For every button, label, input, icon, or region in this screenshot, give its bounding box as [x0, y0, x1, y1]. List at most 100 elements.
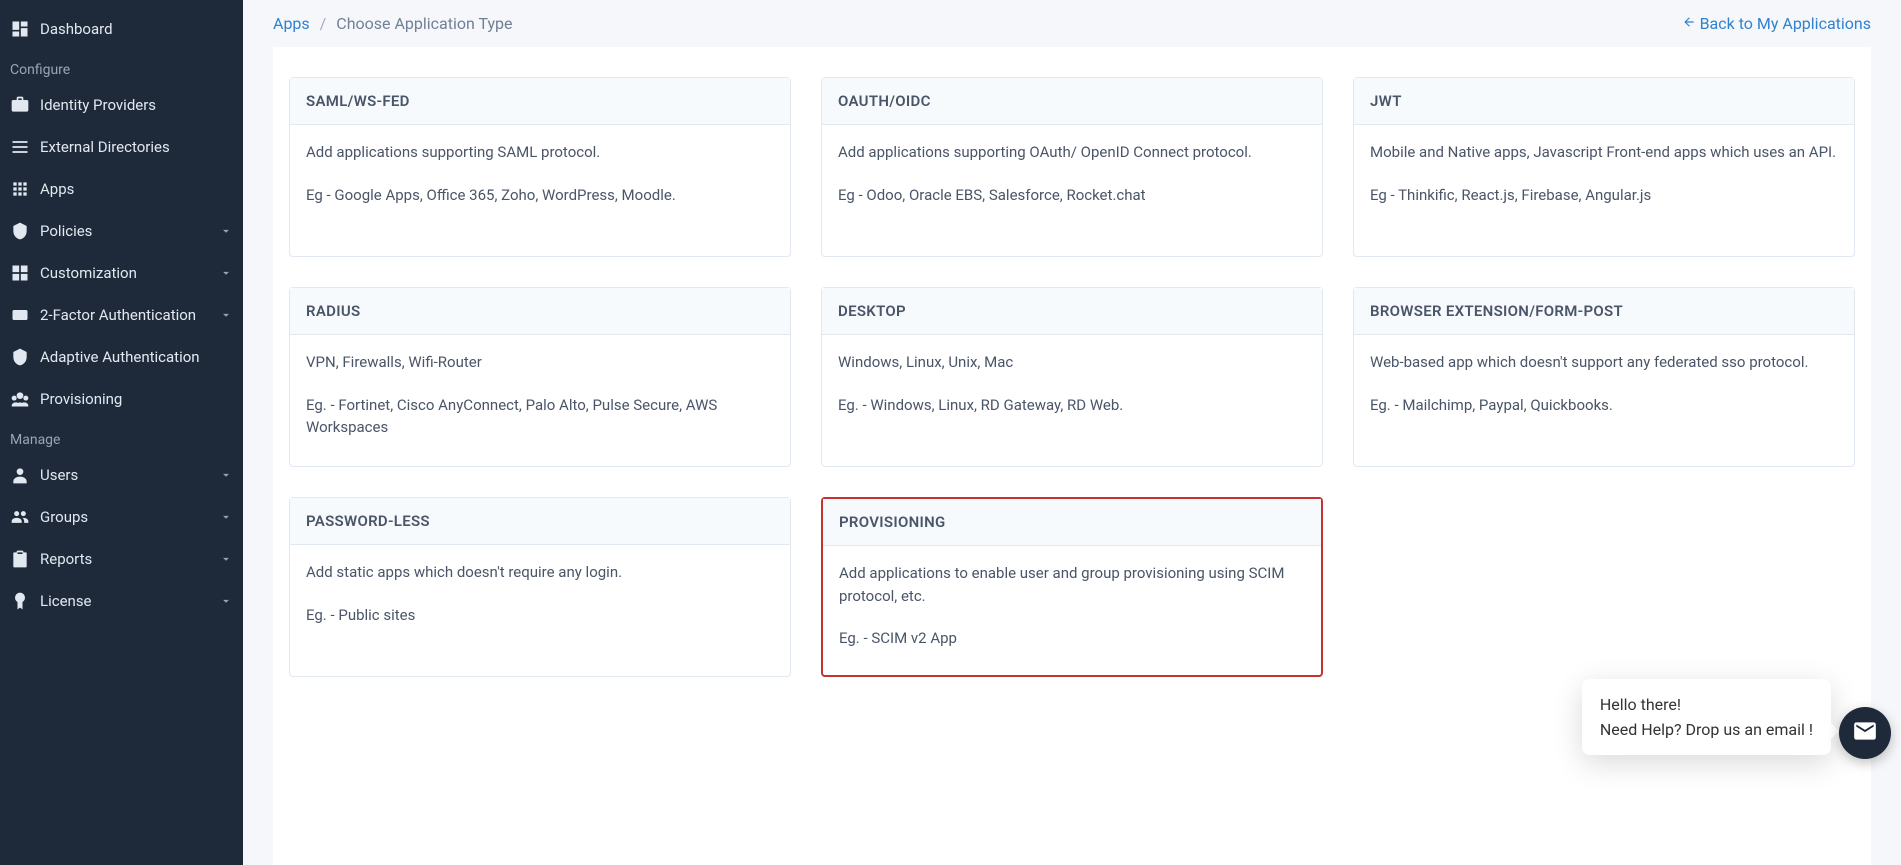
card-example: Eg - Google Apps, Office 365, Zoho, Word…	[306, 184, 774, 207]
sidebar-item-identity-providers[interactable]: Identity Providers	[0, 84, 243, 126]
sidebar-label: Users	[40, 466, 219, 484]
sidebar-item-reports[interactable]: Reports	[0, 538, 243, 580]
card-example: Eg - Thinkific, React.js, Firebase, Angu…	[1370, 184, 1838, 207]
card-desc: Windows, Linux, Unix, Mac	[838, 351, 1306, 374]
card-jwt[interactable]: JWT Mobile and Native apps, Javascript F…	[1353, 77, 1855, 257]
sidebar-label: Reports	[40, 550, 219, 568]
card-desc: Web-based app which doesn't support any …	[1370, 351, 1838, 374]
customize-icon	[10, 263, 30, 283]
chat-fab-button[interactable]	[1839, 707, 1891, 759]
sidebar-label: Apps	[40, 180, 233, 198]
sidebar-label: Provisioning	[40, 390, 233, 408]
card-desc: Add applications supporting SAML protoco…	[306, 141, 774, 164]
chevron-down-icon	[219, 224, 233, 238]
card-body: Web-based app which doesn't support any …	[1354, 335, 1854, 466]
badge-icon	[10, 591, 30, 611]
card-title: SAML/WS-FED	[290, 78, 790, 125]
sidebar-item-customization[interactable]: Customization	[0, 252, 243, 294]
card-title: OAUTH/OIDC	[822, 78, 1322, 125]
sidebar-label: License	[40, 592, 219, 610]
sidebar-label: External Directories	[40, 138, 233, 156]
chevron-down-icon	[219, 468, 233, 482]
card-oauth-oidc[interactable]: OAUTH/OIDC Add applications supporting O…	[821, 77, 1323, 257]
sidebar-label: Dashboard	[40, 20, 233, 38]
back-link-label: Back to My Applications	[1700, 14, 1871, 33]
sidebar-item-apps[interactable]: Apps	[0, 168, 243, 210]
card-provisioning[interactable]: PROVISIONING Add applications to enable …	[821, 497, 1323, 677]
card-title: PASSWORD-LESS	[290, 498, 790, 545]
card-body: Add applications supporting SAML protoco…	[290, 125, 790, 256]
sidebar-item-provisioning[interactable]: Provisioning	[0, 378, 243, 420]
sidebar-section-configure: Configure	[0, 50, 243, 84]
chat-prompt: Need Help? Drop us an email !	[1600, 720, 1813, 739]
card-body: Windows, Linux, Unix, Mac Eg. - Windows,…	[822, 335, 1322, 466]
sidebar-item-two-factor[interactable]: 2-Factor Authentication	[0, 294, 243, 336]
app-type-grid: SAML/WS-FED Add applications supporting …	[289, 77, 1855, 677]
card-desc: Mobile and Native apps, Javascript Front…	[1370, 141, 1838, 164]
back-to-applications-link[interactable]: Back to My Applications	[1682, 14, 1871, 33]
card-body: Add applications supporting OAuth/ OpenI…	[822, 125, 1322, 256]
card-title: RADIUS	[290, 288, 790, 335]
card-example: Eg. - SCIM v2 App	[839, 627, 1305, 650]
topbar: Apps / Choose Application Type Back to M…	[243, 0, 1901, 47]
card-saml-ws-fed[interactable]: SAML/WS-FED Add applications supporting …	[289, 77, 791, 257]
chevron-down-icon	[219, 552, 233, 566]
card-example: Eg. - Mailchimp, Paypal, Quickbooks.	[1370, 394, 1838, 417]
sidebar-label: Customization	[40, 264, 219, 282]
breadcrumb-apps-link[interactable]: Apps	[273, 14, 310, 33]
two-factor-icon	[10, 305, 30, 325]
sidebar-section-manage: Manage	[0, 420, 243, 454]
shield-check-icon	[10, 347, 30, 367]
card-desc: Add static apps which doesn't require an…	[306, 561, 774, 584]
card-body: Add applications to enable user and grou…	[823, 546, 1321, 675]
apps-icon	[10, 179, 30, 199]
user-icon	[10, 465, 30, 485]
card-desc: Add applications supporting OAuth/ OpenI…	[838, 141, 1306, 164]
sidebar: Dashboard Configure Identity Providers E…	[0, 0, 243, 865]
sidebar-label: Policies	[40, 222, 219, 240]
chat-greeting: Hello there!	[1600, 695, 1813, 714]
dashboard-icon	[10, 19, 30, 39]
sidebar-item-license[interactable]: License	[0, 580, 243, 622]
mail-icon	[1852, 718, 1878, 748]
chevron-down-icon	[219, 594, 233, 608]
sidebar-item-users[interactable]: Users	[0, 454, 243, 496]
clipboard-icon	[10, 549, 30, 569]
groups-icon	[10, 507, 30, 527]
card-desc: VPN, Firewalls, Wifi-Router	[306, 351, 774, 374]
card-radius[interactable]: RADIUS VPN, Firewalls, Wifi-Router Eg. -…	[289, 287, 791, 467]
briefcase-icon	[10, 95, 30, 115]
breadcrumb-separator: /	[320, 14, 327, 33]
sidebar-item-adaptive-auth[interactable]: Adaptive Authentication	[0, 336, 243, 378]
chevron-down-icon	[219, 266, 233, 280]
chevron-down-icon	[219, 308, 233, 322]
card-example: Eg. - Fortinet, Cisco AnyConnect, Palo A…	[306, 394, 774, 439]
card-desktop[interactable]: DESKTOP Windows, Linux, Unix, Mac Eg. - …	[821, 287, 1323, 467]
sidebar-label: Identity Providers	[40, 96, 233, 114]
card-browser-extension[interactable]: BROWSER EXTENSION/FORM-POST Web-based ap…	[1353, 287, 1855, 467]
chat-bubble[interactable]: Hello there! Need Help? Drop us an email…	[1582, 679, 1831, 755]
arrow-left-icon	[1682, 14, 1696, 33]
card-desc: Add applications to enable user and grou…	[839, 562, 1305, 607]
sidebar-label: 2-Factor Authentication	[40, 306, 219, 324]
card-title: BROWSER EXTENSION/FORM-POST	[1354, 288, 1854, 335]
breadcrumb: Apps / Choose Application Type	[273, 14, 1682, 33]
card-password-less[interactable]: PASSWORD-LESS Add static apps which does…	[289, 497, 791, 677]
card-title: PROVISIONING	[823, 499, 1321, 546]
sidebar-item-external-directories[interactable]: External Directories	[0, 126, 243, 168]
sidebar-item-dashboard[interactable]: Dashboard	[0, 8, 243, 50]
sidebar-label: Groups	[40, 508, 219, 526]
card-body: Add static apps which doesn't require an…	[290, 545, 790, 676]
card-body: Mobile and Native apps, Javascript Front…	[1354, 125, 1854, 256]
card-example: Eg - Odoo, Oracle EBS, Salesforce, Rocke…	[838, 184, 1306, 207]
list-icon	[10, 137, 30, 157]
sidebar-item-groups[interactable]: Groups	[0, 496, 243, 538]
shield-icon	[10, 221, 30, 241]
card-example: Eg. - Public sites	[306, 604, 774, 627]
card-title: JWT	[1354, 78, 1854, 125]
breadcrumb-current: Choose Application Type	[336, 14, 512, 33]
card-body: VPN, Firewalls, Wifi-Router Eg. - Fortin…	[290, 335, 790, 466]
card-example: Eg. - Windows, Linux, RD Gateway, RD Web…	[838, 394, 1306, 417]
sidebar-item-policies[interactable]: Policies	[0, 210, 243, 252]
sidebar-label: Adaptive Authentication	[40, 348, 233, 366]
